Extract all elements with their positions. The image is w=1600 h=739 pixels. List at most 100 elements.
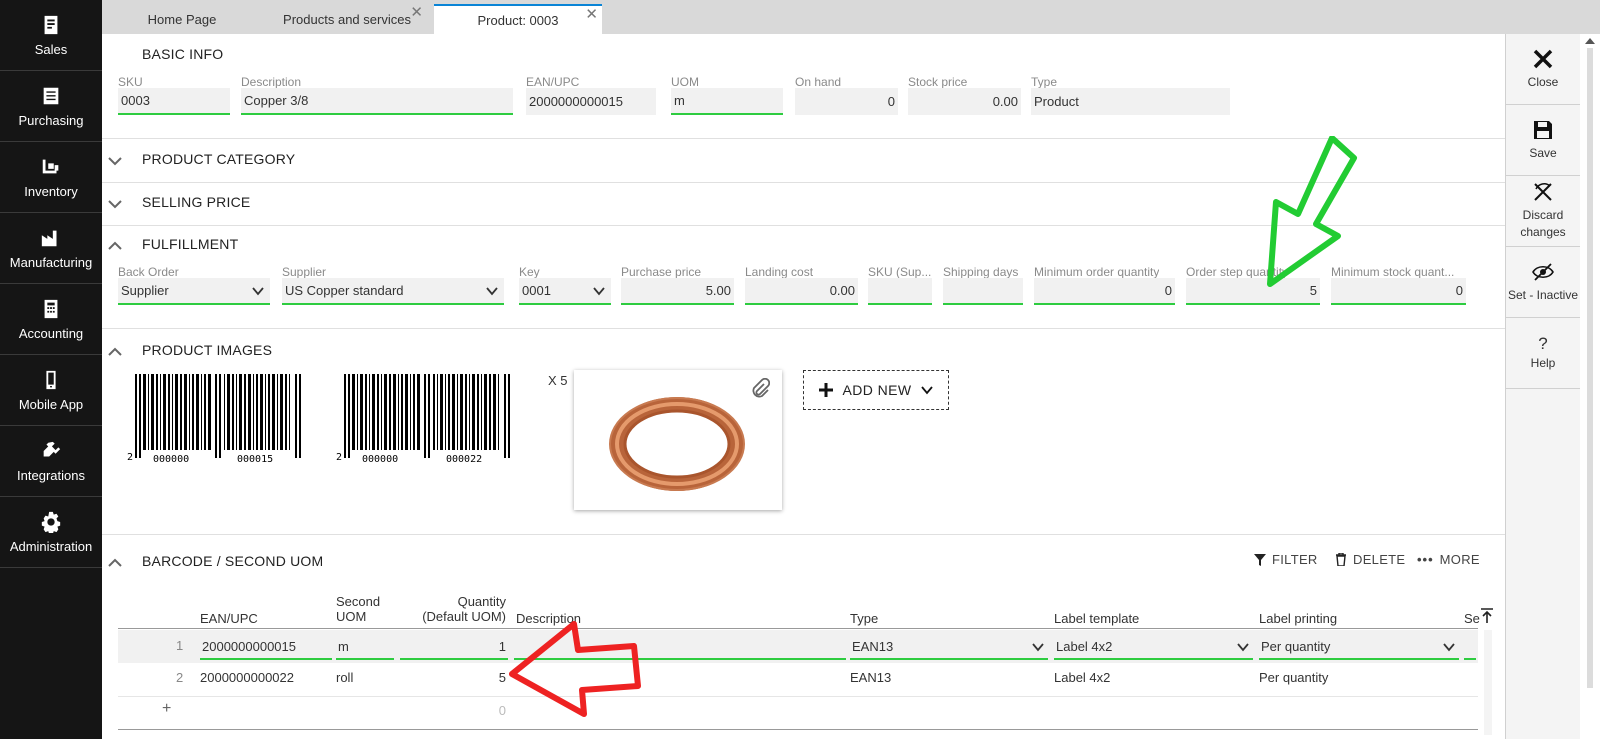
scrollbar-thumb[interactable] bbox=[1587, 48, 1593, 688]
gear-icon bbox=[41, 511, 61, 533]
product-photo-card[interactable] bbox=[574, 370, 782, 510]
selling-price-title[interactable]: SELLING PRICE bbox=[142, 194, 250, 210]
page-scrollbar[interactable] bbox=[1580, 34, 1600, 739]
new-row-qty[interactable]: 0 bbox=[400, 703, 506, 718]
ellipsis-icon: ••• bbox=[1417, 552, 1434, 567]
sku-field[interactable]: 0003 bbox=[118, 88, 230, 115]
description-label: Description bbox=[241, 75, 302, 89]
left-navigation: Sales Purchasing Inventory Manufacturing… bbox=[0, 0, 102, 739]
sales-icon bbox=[44, 15, 58, 34]
row-ean-input[interactable]: 2000000000015 bbox=[200, 634, 332, 660]
table-scrollbar[interactable] bbox=[1484, 630, 1492, 735]
close-button[interactable]: Close bbox=[1506, 34, 1580, 105]
row-template-select[interactable]: Label 4x2 bbox=[1054, 634, 1253, 660]
scroll-up-arrow-icon[interactable] bbox=[1585, 38, 1595, 44]
save-button[interactable]: Save bbox=[1506, 105, 1580, 176]
row-number: 2 bbox=[176, 670, 184, 685]
chevron-down-icon[interactable] bbox=[108, 154, 122, 168]
barcode-image[interactable]: 2 000000 000015 bbox=[125, 374, 315, 464]
col-header-type[interactable]: Type bbox=[850, 611, 878, 626]
row-qty[interactable]: 5 bbox=[400, 670, 506, 685]
sku-supplier-label: SKU (Sup... bbox=[868, 265, 932, 279]
row-printing[interactable]: Per quantity bbox=[1259, 670, 1328, 685]
tab-home-page[interactable]: Home Page bbox=[112, 4, 252, 34]
key-select[interactable]: 0001 bbox=[519, 278, 611, 305]
tab-product-0003[interactable]: Product: 0003 ✕ bbox=[434, 4, 602, 34]
sku-supplier-field[interactable] bbox=[868, 278, 932, 305]
row-description-input[interactable] bbox=[514, 634, 846, 660]
supplier-value: US Copper standard bbox=[285, 283, 404, 298]
close-tab-icon[interactable]: ✕ bbox=[585, 7, 598, 22]
row-type[interactable]: EAN13 bbox=[850, 670, 891, 685]
barcode-image[interactable]: 2 000000 000022 bbox=[334, 374, 524, 464]
product-images-title[interactable]: PRODUCT IMAGES bbox=[142, 342, 272, 358]
col-header-quantity[interactable]: Quantity (Default UOM) bbox=[394, 594, 506, 624]
tab-products-and-services[interactable]: Products and services ✕ bbox=[267, 4, 427, 34]
uom-field[interactable]: m bbox=[671, 88, 783, 115]
scroll-to-top-icon[interactable] bbox=[1480, 608, 1494, 624]
product-form: BASIC INFO SKU 0003 Description Copper 3… bbox=[102, 34, 1505, 739]
col-header-ean[interactable]: EAN/UPC bbox=[200, 611, 258, 626]
supplier-select[interactable]: US Copper standard bbox=[282, 278, 504, 305]
nav-sales[interactable]: Sales bbox=[0, 0, 102, 71]
delete-button[interactable]: DELETE bbox=[1335, 552, 1405, 567]
ean-field[interactable]: 2000000000015 bbox=[526, 88, 656, 115]
type-field[interactable]: Product bbox=[1031, 88, 1230, 115]
description-field[interactable]: Copper 3/8 bbox=[241, 88, 513, 115]
col-header-label-printing[interactable]: Label printing bbox=[1259, 611, 1337, 626]
row-se-input[interactable] bbox=[1464, 634, 1476, 660]
add-row-plus-icon[interactable]: + bbox=[162, 700, 171, 718]
barcode-second-uom-title[interactable]: BARCODE / SECOND UOM bbox=[142, 553, 323, 569]
col-header-second-uom[interactable]: Second UOM bbox=[336, 594, 380, 624]
shipping-days-field[interactable] bbox=[943, 278, 1023, 305]
more-label: MORE bbox=[1439, 552, 1480, 567]
min-order-qty-field[interactable]: 0 bbox=[1034, 278, 1175, 305]
purchase-price-field[interactable]: 5.00 bbox=[621, 278, 734, 305]
nav-label: Mobile App bbox=[18, 396, 84, 412]
chevron-down-icon[interactable] bbox=[108, 197, 122, 211]
nav-administration[interactable]: Administration bbox=[0, 497, 102, 568]
section-divider bbox=[102, 138, 1505, 139]
row-template[interactable]: Label 4x2 bbox=[1054, 670, 1110, 685]
row-qty-input[interactable]: 1 bbox=[400, 634, 508, 660]
nav-integrations[interactable]: Integrations bbox=[0, 426, 102, 497]
product-category-title[interactable]: PRODUCT CATEGORY bbox=[142, 151, 295, 167]
nav-accounting[interactable]: Accounting bbox=[0, 284, 102, 355]
min-stock-qty-field[interactable]: 0 bbox=[1331, 278, 1466, 305]
chevron-up-icon[interactable] bbox=[108, 556, 122, 570]
close-tab-icon[interactable]: ✕ bbox=[410, 5, 423, 20]
row-ean[interactable]: 2000000000022 bbox=[200, 670, 294, 685]
chevron-down-icon bbox=[1032, 643, 1044, 652]
set-inactive-button[interactable]: Set - Inactive bbox=[1506, 247, 1580, 318]
chevron-up-icon[interactable] bbox=[108, 239, 122, 253]
nav-purchasing[interactable]: Purchasing bbox=[0, 71, 102, 142]
row-divider bbox=[118, 729, 1478, 730]
add-new-label: ADD NEW bbox=[842, 382, 912, 398]
col-header-description[interactable]: Description bbox=[516, 611, 581, 626]
nav-inventory[interactable]: Inventory bbox=[0, 142, 102, 213]
nav-manufacturing[interactable]: Manufacturing bbox=[0, 213, 102, 284]
chevron-down-icon bbox=[486, 287, 498, 296]
row-type-select[interactable]: EAN13 bbox=[850, 634, 1048, 660]
chevron-down-icon bbox=[921, 386, 934, 395]
backorder-select[interactable]: Supplier bbox=[118, 278, 270, 305]
row-printing-value: Per quantity bbox=[1261, 638, 1331, 654]
col-header-se[interactable]: Se bbox=[1464, 611, 1480, 626]
chevron-up-icon[interactable] bbox=[108, 345, 122, 359]
filter-button[interactable]: FILTER bbox=[1254, 552, 1318, 567]
paperclip-icon[interactable] bbox=[750, 378, 770, 400]
help-button[interactable]: ? Help bbox=[1506, 318, 1580, 389]
row-uom-input[interactable]: m bbox=[336, 634, 394, 660]
row-printing-select[interactable]: Per quantity bbox=[1259, 634, 1459, 660]
ean-label: EAN/UPC bbox=[526, 75, 580, 89]
discard-changes-button[interactable]: Discard changes bbox=[1506, 176, 1580, 247]
fulfillment-title[interactable]: FULFILLMENT bbox=[142, 236, 238, 252]
order-step-qty-field[interactable]: 5 bbox=[1186, 278, 1320, 305]
landing-cost-field[interactable]: 0.00 bbox=[745, 278, 858, 305]
mobile-icon bbox=[46, 370, 56, 389]
more-button[interactable]: ••• MORE bbox=[1417, 552, 1480, 567]
col-header-label-template[interactable]: Label template bbox=[1054, 611, 1139, 626]
add-new-image-button[interactable]: ADD NEW bbox=[803, 370, 949, 410]
nav-mobile-app[interactable]: Mobile App bbox=[0, 355, 102, 426]
row-uom[interactable]: roll bbox=[336, 670, 353, 685]
